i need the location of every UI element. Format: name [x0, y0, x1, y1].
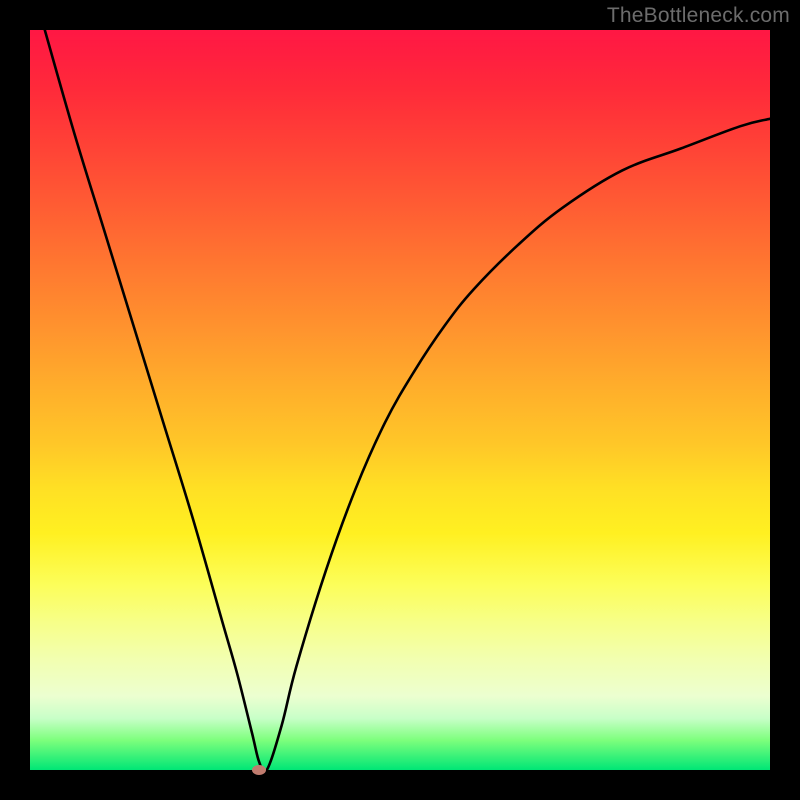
chart-container: TheBottleneck.com — [0, 0, 800, 800]
watermark-text: TheBottleneck.com — [607, 4, 790, 28]
minimum-point-marker — [252, 765, 266, 775]
bottleneck-curve — [30, 30, 770, 770]
